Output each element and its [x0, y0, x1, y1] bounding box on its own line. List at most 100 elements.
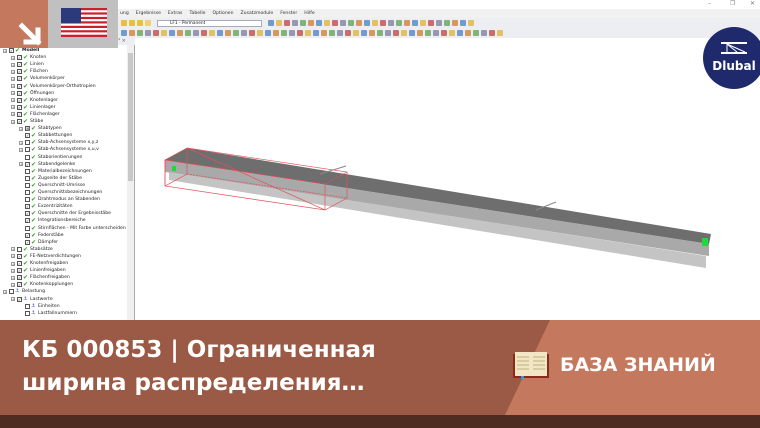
toolbar-icon[interactable]	[241, 30, 247, 36]
toolbar-icon[interactable]	[396, 20, 402, 26]
visibility-checkbox[interactable]: ✓	[17, 90, 22, 96]
expand-toggle[interactable]: +	[11, 76, 15, 81]
toolbar-icon[interactable]	[284, 20, 290, 26]
tree-item[interactable]: + ✓ ✔ Flächenlager	[11, 111, 60, 118]
toolbar-icon[interactable]	[452, 20, 458, 26]
minimize-button[interactable]: –	[708, 0, 711, 7]
toolbar-icon[interactable]	[465, 30, 471, 36]
visibility-checkbox[interactable]: ✓	[25, 232, 30, 238]
toolbar-icon[interactable]	[385, 30, 391, 36]
toolbar-icon[interactable]	[305, 30, 311, 36]
expand-toggle[interactable]: +	[19, 162, 23, 167]
toolbar-icon[interactable]	[353, 30, 359, 36]
expand-toggle[interactable]: +	[11, 247, 15, 252]
toolbar-icon[interactable]	[348, 20, 354, 26]
expand-toggle[interactable]: +	[11, 261, 15, 266]
tree-item[interactable]: + ✓ ✔ Knotenkopplungen	[11, 281, 73, 288]
toolbar-icon[interactable]	[425, 30, 431, 36]
tree-item[interactable]: +⚓Einheiten	[19, 303, 60, 310]
tree-item[interactable]: + ✔ Stab-Achsensysteme x,u,v	[19, 146, 99, 153]
toolbar-icon[interactable]	[268, 20, 274, 26]
expand-toggle[interactable]: +	[11, 282, 15, 287]
toolbar-icon[interactable]	[332, 20, 338, 26]
expand-toggle[interactable]: +	[19, 140, 23, 145]
toolbar-icon[interactable]	[129, 20, 135, 26]
menu-table[interactable]: Tabelle	[189, 11, 205, 16]
toolbar-icon[interactable]	[417, 30, 423, 36]
visibility-checkbox[interactable]: ✓	[17, 119, 22, 125]
visibility-checkbox[interactable]: ✓	[17, 253, 22, 259]
tree-item[interactable]: + ✓ ✔ Flächen	[11, 68, 48, 75]
toolbar-icon[interactable]	[209, 30, 215, 36]
toolbar-icon[interactable]	[273, 30, 279, 36]
menu-addons[interactable]: Zusatzmodule	[241, 11, 274, 16]
toolbar-icon[interactable]	[233, 30, 239, 36]
visibility-checkbox[interactable]	[25, 168, 30, 174]
tree-item[interactable]: +✓✔Exzentrizitäten	[19, 203, 73, 210]
toolbar-icon[interactable]	[121, 20, 127, 26]
toolbar-icon[interactable]	[217, 30, 223, 36]
navigator-scrollbar[interactable]	[127, 45, 134, 320]
visibility-checkbox[interactable]: ✓	[17, 275, 22, 281]
tree-item[interactable]: + ✓ ✔ Volumenkörper	[11, 75, 65, 82]
toolbar-icon[interactable]	[324, 20, 330, 26]
tree-item[interactable]: + ✓ ✔ Flächenfreigaben	[11, 274, 70, 281]
toolbar-icon[interactable]	[393, 30, 399, 36]
toolbar-icon[interactable]	[308, 20, 314, 26]
expand-toggle[interactable]: +	[3, 289, 7, 294]
toolbar-icon[interactable]	[145, 30, 151, 36]
visibility-checkbox[interactable]	[25, 182, 30, 188]
toolbar-icon[interactable]	[300, 20, 306, 26]
expand-toggle[interactable]: +	[11, 275, 15, 280]
toolbar-icon[interactable]	[420, 20, 426, 26]
tree-item[interactable]: + ✓ ✔ Stabendgelenke	[19, 161, 75, 168]
toolbar-icon[interactable]	[257, 30, 263, 36]
menu-help[interactable]: Hilfe	[304, 11, 314, 16]
loadcase-combo[interactable]: LF1 - Permanent	[157, 19, 262, 27]
toolbar-icon[interactable]	[265, 30, 271, 36]
menu-extras[interactable]: Extras	[168, 11, 183, 16]
visibility-checkbox[interactable]: ✓	[17, 296, 22, 302]
expand-toggle[interactable]: +	[11, 297, 15, 302]
tree-item[interactable]: + ✓ ⚓ Lastwerte	[11, 296, 53, 303]
toolbar-icon[interactable]	[473, 30, 479, 36]
tree-item[interactable]: +✔Staborientierungen	[19, 154, 82, 161]
visibility-checkbox[interactable]	[17, 246, 22, 252]
toolbar-icon[interactable]	[372, 20, 378, 26]
tree-item[interactable]: +✔Querschnitt-Umrisse	[19, 182, 85, 189]
tree-item[interactable]: + ✓ ✔ Knoten	[11, 54, 46, 61]
toolbar-icon[interactable]	[460, 20, 466, 26]
scrollbar-thumb[interactable]	[128, 53, 133, 181]
maximize-button[interactable]: ❐	[730, 0, 735, 7]
toolbar-icon[interactable]	[337, 30, 343, 36]
toolbar-icon[interactable]	[356, 20, 362, 26]
toolbar-icon[interactable]	[433, 30, 439, 36]
expand-toggle[interactable]: +	[11, 119, 15, 124]
toolbar-icon[interactable]	[316, 20, 322, 26]
expand-toggle[interactable]: +	[11, 112, 15, 117]
toolbar-icon[interactable]	[340, 20, 346, 26]
tree-item[interactable]: + ✓ ✔ Volumenkörper-Orthotropien	[11, 83, 96, 90]
visibility-checkbox[interactable]	[25, 154, 30, 160]
tree-item[interactable]: + ✓ ✔ Stäbe	[11, 118, 43, 125]
toolbar-icon[interactable]	[177, 30, 183, 36]
tree-item[interactable]: +✔Zugseite der Stäbe	[19, 175, 82, 182]
visibility-checkbox[interactable]	[9, 289, 14, 295]
tree-item[interactable]: + ✔ Stab-Achsensysteme x,y,z	[19, 139, 98, 146]
visibility-checkbox[interactable]	[25, 175, 30, 181]
toolbar-icon[interactable]	[193, 30, 199, 36]
toolbar-icon[interactable]	[292, 20, 298, 26]
toolbar-icon[interactable]	[169, 30, 175, 36]
toolbar-icon[interactable]	[441, 30, 447, 36]
expand-toggle[interactable]: +	[11, 91, 15, 96]
tree-item[interactable]: +✔Querschnittsbezeichnungen	[19, 189, 102, 196]
visibility-checkbox[interactable]	[25, 310, 30, 316]
toolbar-icon[interactable]	[276, 20, 282, 26]
tree-item[interactable]: + ✓ ✔ Linienfreigaben	[11, 267, 66, 274]
toolbar-icon[interactable]	[444, 20, 450, 26]
toolbar-icon[interactable]	[409, 30, 415, 36]
toolbar-icon[interactable]	[121, 30, 127, 36]
expand-toggle[interactable]: +	[11, 105, 15, 110]
visibility-checkbox[interactable]: ✓	[17, 104, 22, 110]
menu-window[interactable]: Fenster	[280, 11, 297, 16]
